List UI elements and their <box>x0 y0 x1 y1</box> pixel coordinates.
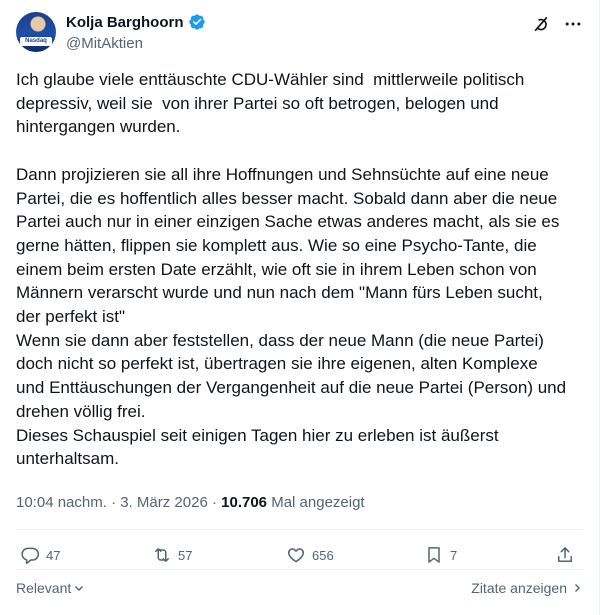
tweet-date[interactable]: 3. März 2026 <box>120 494 208 511</box>
action-bar: 47 57 656 7 <box>16 541 583 569</box>
bookmark-icon <box>428 547 440 563</box>
reply-icon <box>21 547 40 565</box>
share-icon <box>558 547 572 562</box>
chevron-right-icon <box>575 584 580 592</box>
divider-bottom <box>16 569 583 570</box>
views-label: Mal angezeigt <box>271 494 365 511</box>
meta-separator: · <box>111 494 117 511</box>
bookmark-count: 7 <box>450 547 458 563</box>
tweet-text: Ich glaube viele enttäuschte CDU-Wähler … <box>16 70 567 469</box>
handle[interactable]: @MitAktien <box>66 34 206 54</box>
like-button[interactable]: 656 <box>286 545 334 565</box>
display-name[interactable]: Kolja Barghoorn <box>66 14 184 31</box>
sort-label: Relevant <box>16 580 72 596</box>
reply-count: 47 <box>46 547 61 563</box>
like-icon <box>287 548 305 563</box>
replies-controls: Relevant Zitate anzeigen <box>16 576 583 600</box>
share-button[interactable] <box>555 545 575 565</box>
sort-dropdown[interactable]: Relevant <box>16 580 85 596</box>
meta-separator-2: · <box>211 494 217 511</box>
tweet-detail: Nasdaq Kolja Barghoorn @MitAktien Ich gl… <box>0 0 600 615</box>
views-count: 10.706 <box>221 494 268 511</box>
avatar-logo-text: Nasdaq <box>20 37 52 46</box>
display-name-row: Kolja Barghoorn <box>66 12 206 32</box>
author-names: Kolja Barghoorn @MitAktien <box>66 12 206 54</box>
tweet-meta: 10:04 nachm. · 3. März 2026 · 10.706 Mal… <box>16 493 365 513</box>
more-icon[interactable] <box>563 14 583 34</box>
repost-button[interactable]: 57 <box>152 545 192 565</box>
view-quotes-link[interactable]: Zitate anzeigen <box>471 580 583 596</box>
grok-icon[interactable] <box>531 14 551 34</box>
tweet-time[interactable]: 10:04 nachm. <box>16 494 107 511</box>
repost-icon <box>155 548 169 562</box>
repost-count: 57 <box>178 547 193 563</box>
avatar[interactable]: Nasdaq <box>16 12 56 52</box>
quotes-label: Zitate anzeigen <box>471 580 567 596</box>
verified-badge-icon[interactable] <box>188 13 206 31</box>
header-actions <box>531 14 583 34</box>
chevron-down-icon <box>75 586 84 591</box>
like-count: 656 <box>312 547 334 563</box>
reply-button[interactable]: 47 <box>20 545 60 565</box>
bookmark-button[interactable]: 7 <box>424 545 457 565</box>
tweet-header: Nasdaq Kolja Barghoorn @MitAktien <box>16 12 583 56</box>
divider-top <box>16 529 583 530</box>
